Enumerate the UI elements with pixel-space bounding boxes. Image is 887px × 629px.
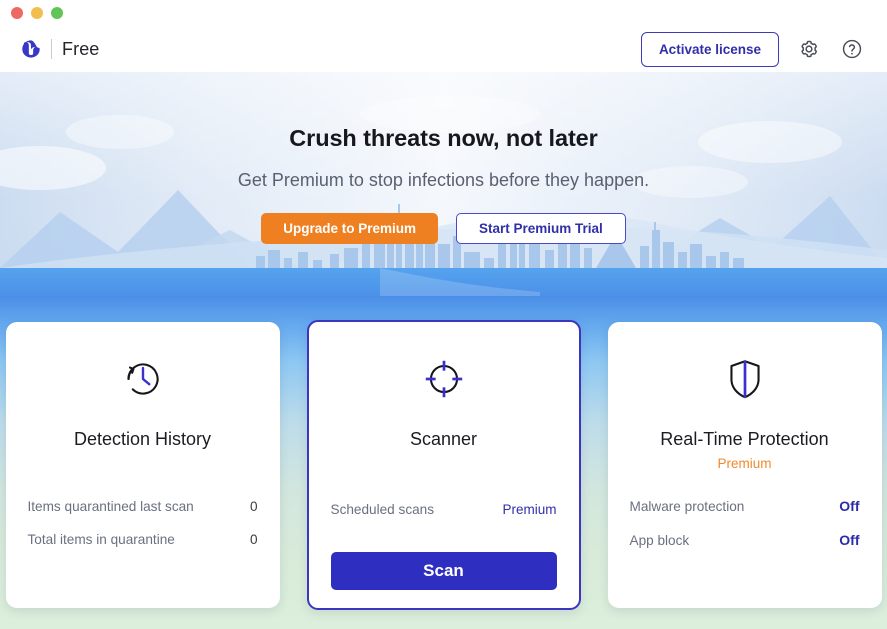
detection-history-card[interactable]: Detection History Items quarantined last… — [5, 322, 280, 608]
crosshair-icon — [419, 352, 469, 406]
row-label: Total items in quarantine — [27, 532, 175, 547]
shield-icon — [720, 352, 770, 406]
table-row[interactable]: App block Off — [630, 523, 860, 557]
banner-title: Crush threats now, not later — [289, 125, 598, 151]
malwarebytes-app-window: Free Activate license Crush threats now,… — [0, 0, 887, 629]
promo-banner: Crush threats now, not later Get Premium… — [0, 72, 887, 300]
window-titlebar — [0, 0, 887, 26]
upgrade-to-premium-button[interactable]: Upgrade to Premium — [261, 213, 438, 244]
header-actions: Activate license — [640, 31, 887, 67]
edition-label: Free — [62, 38, 100, 59]
banner-content: Crush threats now, not later Get Premium… — [0, 72, 887, 244]
detection-history-rows: Items quarantined last scan 0 Total item… — [28, 490, 258, 556]
card-title: Real-Time Protection — [660, 429, 829, 449]
help-circle-icon[interactable] — [839, 36, 865, 62]
card-title: Detection History — [73, 429, 212, 449]
real-time-protection-card[interactable]: Real-Time Protection Premium Malware pro… — [607, 322, 882, 608]
maximize-window-button[interactable] — [51, 7, 63, 19]
row-label: Scheduled scans — [330, 502, 435, 517]
brand-divider — [51, 39, 52, 59]
start-premium-trial-button[interactable]: Start Premium Trial — [455, 213, 626, 244]
row-value: 0 — [249, 499, 258, 514]
row-value: Off — [839, 532, 860, 548]
dashboard-cards: Detection History Items quarantined last… — [0, 320, 887, 610]
row-label: Malware protection — [629, 498, 745, 514]
malwarebytes-logo-icon — [20, 38, 42, 60]
premium-badge: Premium — [717, 456, 772, 471]
table-row: Items quarantined last scan 0 — [28, 490, 258, 523]
real-time-protection-rows: Malware protection Off App block Off — [630, 489, 860, 557]
scanner-card[interactable]: Scanner Scheduled scans Premium Scan — [306, 320, 581, 610]
activate-license-button[interactable]: Activate license — [640, 31, 779, 67]
row-value: 0 — [249, 532, 258, 547]
scanner-rows: Scheduled scans Premium — [331, 493, 557, 526]
gear-icon[interactable] — [796, 36, 822, 62]
table-row[interactable]: Malware protection Off — [630, 489, 860, 523]
card-title: Scanner — [409, 429, 478, 449]
minimize-window-button[interactable] — [31, 7, 43, 19]
table-row: Total items in quarantine 0 — [28, 523, 258, 556]
row-label: Items quarantined last scan — [27, 499, 194, 514]
banner-subtitle: Get Premium to stop infections before th… — [237, 170, 650, 190]
row-value: Premium — [502, 502, 557, 517]
scan-button[interactable]: Scan — [330, 552, 557, 590]
app-header: Free Activate license — [0, 26, 887, 72]
brand-area: Free — [0, 38, 99, 60]
clock-history-icon — [118, 352, 168, 406]
row-label: App block — [629, 532, 690, 548]
table-row: Scheduled scans Premium — [331, 493, 557, 526]
close-window-button[interactable] — [11, 7, 23, 19]
banner-actions: Upgrade to Premium Start Premium Trial — [0, 213, 887, 244]
row-value: Off — [839, 498, 860, 514]
